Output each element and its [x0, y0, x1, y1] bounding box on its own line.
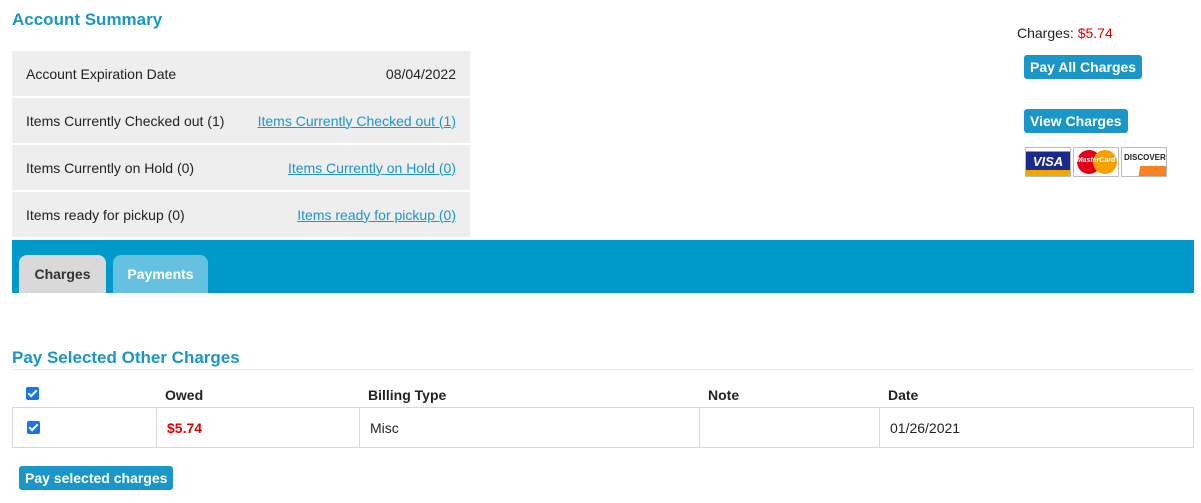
view-charges-button[interactable]: View Charges	[1024, 109, 1128, 133]
divider	[12, 369, 1194, 370]
ready-pickup-link[interactable]: Items ready for pickup (0)	[297, 207, 456, 223]
summary-row-checked-out: Items Currently Checked out (1) Items Cu…	[12, 98, 470, 143]
charges-total: Charges: $5.74	[1017, 25, 1113, 41]
pay-selected-charges-button[interactable]: Pay selected charges	[19, 466, 174, 490]
account-summary-table: Account Expiration Date 08/04/2022 Items…	[12, 51, 470, 239]
checked-out-link[interactable]: Items Currently Checked out (1)	[258, 113, 456, 129]
mastercard-icon: MasterCard	[1073, 147, 1119, 177]
other-charges-title: Pay Selected Other Charges	[12, 348, 240, 367]
visa-icon: VISA	[1025, 147, 1071, 177]
table-header: Owed Billing Type Note Date	[12, 383, 1194, 407]
discover-icon: DISCOVER	[1121, 147, 1167, 177]
charges-amount: $5.74	[1077, 25, 1113, 41]
row-select-checkbox[interactable]	[27, 421, 40, 434]
summary-row-label: Items Currently on Hold (0)	[26, 159, 195, 176]
tab-charges[interactable]: Charges	[19, 255, 106, 293]
column-header-owed: Owed	[165, 387, 204, 403]
column-header-billing-type: Billing Type	[368, 387, 447, 403]
summary-row-on-hold: Items Currently on Hold (0) Items Curren…	[12, 145, 470, 190]
pay-all-charges-button[interactable]: Pay All Charges	[1024, 55, 1143, 79]
column-header-note: Note	[708, 387, 740, 403]
select-all-checkbox[interactable]	[26, 387, 39, 400]
billing-type-cell: Misc	[359, 408, 699, 447]
note-cell	[699, 408, 879, 447]
accepted-cards: VISA MasterCard DISCOVER	[1025, 147, 1167, 177]
column-header-date: Date	[888, 387, 919, 403]
charges-table: Owed Billing Type Note Date $5.74 Misc 0…	[12, 383, 1194, 448]
summary-row-expiration: Account Expiration Date 08/04/2022	[12, 51, 470, 96]
tab-payments[interactable]: Payments	[113, 255, 208, 293]
expiration-date-value: 08/04/2022	[385, 65, 456, 82]
table-row: $5.74 Misc 01/26/2021	[12, 407, 1194, 448]
on-hold-link[interactable]: Items Currently on Hold (0)	[288, 160, 456, 176]
date-cell: 01/26/2021	[879, 408, 1193, 447]
summary-row-label: Items Currently Checked out (1)	[26, 112, 225, 129]
summary-row-label: Items ready for pickup (0)	[26, 206, 185, 223]
charges-label: Charges:	[1017, 25, 1074, 41]
tab-bar: Charges Payments	[12, 240, 1194, 293]
summary-row-label: Account Expiration Date	[26, 65, 177, 82]
account-summary-title: Account Summary	[12, 10, 163, 29]
owed-amount: $5.74	[167, 419, 203, 436]
summary-row-ready-pickup: Items ready for pickup (0) Items ready f…	[12, 192, 470, 237]
